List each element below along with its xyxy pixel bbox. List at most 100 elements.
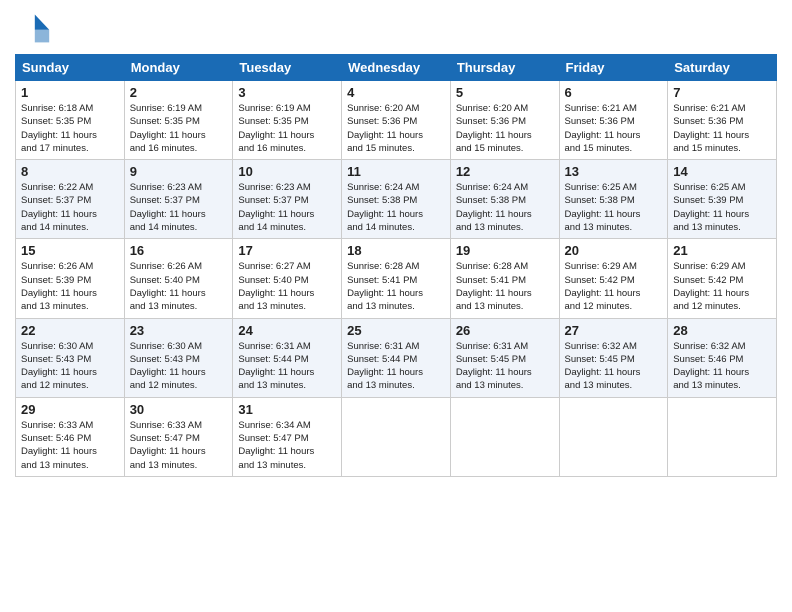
calendar-cell: 11 Sunrise: 6:24 AMSunset: 5:38 PMDayligh… bbox=[342, 160, 451, 239]
day-info: Sunrise: 6:19 AMSunset: 5:35 PMDaylight:… bbox=[130, 102, 228, 155]
calendar-cell: 16 Sunrise: 6:26 AMSunset: 5:40 PMDayligh… bbox=[124, 239, 233, 318]
calendar-cell: 23 Sunrise: 6:30 AMSunset: 5:43 PMDayligh… bbox=[124, 318, 233, 397]
day-number: 1 bbox=[21, 85, 119, 100]
day-number: 24 bbox=[238, 323, 336, 338]
calendar-cell: 4 Sunrise: 6:20 AMSunset: 5:36 PMDaylight… bbox=[342, 81, 451, 160]
calendar-cell: 22 Sunrise: 6:30 AMSunset: 5:43 PMDayligh… bbox=[16, 318, 125, 397]
logo-icon bbox=[15, 10, 51, 46]
day-info: Sunrise: 6:28 AMSunset: 5:41 PMDaylight:… bbox=[347, 260, 445, 313]
day-number: 19 bbox=[456, 243, 554, 258]
day-info: Sunrise: 6:34 AMSunset: 5:47 PMDaylight:… bbox=[238, 419, 336, 472]
day-number: 5 bbox=[456, 85, 554, 100]
day-number: 18 bbox=[347, 243, 445, 258]
day-info: Sunrise: 6:29 AMSunset: 5:42 PMDaylight:… bbox=[565, 260, 663, 313]
day-number: 29 bbox=[21, 402, 119, 417]
day-info: Sunrise: 6:24 AMSunset: 5:38 PMDaylight:… bbox=[347, 181, 445, 234]
calendar-cell: 9 Sunrise: 6:23 AMSunset: 5:37 PMDaylight… bbox=[124, 160, 233, 239]
calendar-cell: 30 Sunrise: 6:33 AMSunset: 5:47 PMDayligh… bbox=[124, 397, 233, 476]
day-info: Sunrise: 6:25 AMSunset: 5:39 PMDaylight:… bbox=[673, 181, 771, 234]
day-number: 22 bbox=[21, 323, 119, 338]
day-info: Sunrise: 6:30 AMSunset: 5:43 PMDaylight:… bbox=[130, 340, 228, 393]
calendar-cell: 3 Sunrise: 6:19 AMSunset: 5:35 PMDaylight… bbox=[233, 81, 342, 160]
day-info: Sunrise: 6:19 AMSunset: 5:35 PMDaylight:… bbox=[238, 102, 336, 155]
day-number: 3 bbox=[238, 85, 336, 100]
weekday-header: Thursday bbox=[450, 55, 559, 81]
calendar-week-row: 8 Sunrise: 6:22 AMSunset: 5:37 PMDaylight… bbox=[16, 160, 777, 239]
calendar-cell: 13 Sunrise: 6:25 AMSunset: 5:38 PMDayligh… bbox=[559, 160, 668, 239]
day-number: 14 bbox=[673, 164, 771, 179]
calendar-cell: 1 Sunrise: 6:18 AMSunset: 5:35 PMDaylight… bbox=[16, 81, 125, 160]
day-info: Sunrise: 6:23 AMSunset: 5:37 PMDaylight:… bbox=[238, 181, 336, 234]
day-info: Sunrise: 6:23 AMSunset: 5:37 PMDaylight:… bbox=[130, 181, 228, 234]
day-info: Sunrise: 6:29 AMSunset: 5:42 PMDaylight:… bbox=[673, 260, 771, 313]
calendar-cell: 29 Sunrise: 6:33 AMSunset: 5:46 PMDayligh… bbox=[16, 397, 125, 476]
calendar-cell: 24 Sunrise: 6:31 AMSunset: 5:44 PMDayligh… bbox=[233, 318, 342, 397]
day-number: 16 bbox=[130, 243, 228, 258]
day-number: 9 bbox=[130, 164, 228, 179]
day-number: 27 bbox=[565, 323, 663, 338]
calendar-cell: 15 Sunrise: 6:26 AMSunset: 5:39 PMDayligh… bbox=[16, 239, 125, 318]
day-info: Sunrise: 6:31 AMSunset: 5:45 PMDaylight:… bbox=[456, 340, 554, 393]
calendar-cell: 2 Sunrise: 6:19 AMSunset: 5:35 PMDaylight… bbox=[124, 81, 233, 160]
day-info: Sunrise: 6:26 AMSunset: 5:39 PMDaylight:… bbox=[21, 260, 119, 313]
day-info: Sunrise: 6:33 AMSunset: 5:46 PMDaylight:… bbox=[21, 419, 119, 472]
day-number: 10 bbox=[238, 164, 336, 179]
day-info: Sunrise: 6:21 AMSunset: 5:36 PMDaylight:… bbox=[565, 102, 663, 155]
day-info: Sunrise: 6:20 AMSunset: 5:36 PMDaylight:… bbox=[347, 102, 445, 155]
calendar-cell: 21 Sunrise: 6:29 AMSunset: 5:42 PMDayligh… bbox=[668, 239, 777, 318]
logo bbox=[15, 10, 55, 46]
day-number: 7 bbox=[673, 85, 771, 100]
day-info: Sunrise: 6:30 AMSunset: 5:43 PMDaylight:… bbox=[21, 340, 119, 393]
calendar-cell: 31Sunrise: 6:34 AMSunset: 5:47 PMDayligh… bbox=[233, 397, 342, 476]
day-info: Sunrise: 6:27 AMSunset: 5:40 PMDaylight:… bbox=[238, 260, 336, 313]
weekday-header: Friday bbox=[559, 55, 668, 81]
calendar-cell: 27 Sunrise: 6:32 AMSunset: 5:45 PMDayligh… bbox=[559, 318, 668, 397]
day-number: 25 bbox=[347, 323, 445, 338]
day-info: Sunrise: 6:33 AMSunset: 5:47 PMDaylight:… bbox=[130, 419, 228, 472]
calendar-cell: 6 Sunrise: 6:21 AMSunset: 5:36 PMDaylight… bbox=[559, 81, 668, 160]
calendar-week-row: 22 Sunrise: 6:30 AMSunset: 5:43 PMDayligh… bbox=[16, 318, 777, 397]
calendar-cell: 12Sunrise: 6:24 AMSunset: 5:38 PMDayligh… bbox=[450, 160, 559, 239]
calendar-cell bbox=[342, 397, 451, 476]
day-number: 12 bbox=[456, 164, 554, 179]
calendar-cell: 7Sunrise: 6:21 AMSunset: 5:36 PMDaylight… bbox=[668, 81, 777, 160]
day-number: 13 bbox=[565, 164, 663, 179]
calendar-cell: 20 Sunrise: 6:29 AMSunset: 5:42 PMDayligh… bbox=[559, 239, 668, 318]
day-number: 23 bbox=[130, 323, 228, 338]
day-number: 26 bbox=[456, 323, 554, 338]
day-info: Sunrise: 6:20 AMSunset: 5:36 PMDaylight:… bbox=[456, 102, 554, 155]
header bbox=[15, 10, 777, 46]
page: SundayMondayTuesdayWednesdayThursdayFrid… bbox=[0, 0, 792, 612]
calendar-cell: 26 Sunrise: 6:31 AMSunset: 5:45 PMDayligh… bbox=[450, 318, 559, 397]
calendar-week-row: 15 Sunrise: 6:26 AMSunset: 5:39 PMDayligh… bbox=[16, 239, 777, 318]
calendar-cell: 19Sunrise: 6:28 AMSunset: 5:41 PMDayligh… bbox=[450, 239, 559, 318]
day-number: 2 bbox=[130, 85, 228, 100]
calendar-cell: 28 Sunrise: 6:32 AMSunset: 5:46 PMDayligh… bbox=[668, 318, 777, 397]
calendar-cell bbox=[450, 397, 559, 476]
weekday-header: Tuesday bbox=[233, 55, 342, 81]
day-number: 30 bbox=[130, 402, 228, 417]
day-number: 28 bbox=[673, 323, 771, 338]
day-info: Sunrise: 6:32 AMSunset: 5:46 PMDaylight:… bbox=[673, 340, 771, 393]
day-info: Sunrise: 6:31 AMSunset: 5:44 PMDaylight:… bbox=[347, 340, 445, 393]
weekday-header: Saturday bbox=[668, 55, 777, 81]
day-number: 15 bbox=[21, 243, 119, 258]
day-number: 20 bbox=[565, 243, 663, 258]
header-row: SundayMondayTuesdayWednesdayThursdayFrid… bbox=[16, 55, 777, 81]
calendar-cell: 18 Sunrise: 6:28 AMSunset: 5:41 PMDayligh… bbox=[342, 239, 451, 318]
day-info: Sunrise: 6:32 AMSunset: 5:45 PMDaylight:… bbox=[565, 340, 663, 393]
day-info: Sunrise: 6:26 AMSunset: 5:40 PMDaylight:… bbox=[130, 260, 228, 313]
weekday-header: Sunday bbox=[16, 55, 125, 81]
day-number: 11 bbox=[347, 164, 445, 179]
calendar-cell bbox=[559, 397, 668, 476]
calendar-cell: 8 Sunrise: 6:22 AMSunset: 5:37 PMDaylight… bbox=[16, 160, 125, 239]
day-number: 4 bbox=[347, 85, 445, 100]
day-number: 8 bbox=[21, 164, 119, 179]
day-info: Sunrise: 6:25 AMSunset: 5:38 PMDaylight:… bbox=[565, 181, 663, 234]
day-info: Sunrise: 6:31 AMSunset: 5:44 PMDaylight:… bbox=[238, 340, 336, 393]
day-info: Sunrise: 6:18 AMSunset: 5:35 PMDaylight:… bbox=[21, 102, 119, 155]
calendar-week-row: 1 Sunrise: 6:18 AMSunset: 5:35 PMDaylight… bbox=[16, 81, 777, 160]
day-info: Sunrise: 6:22 AMSunset: 5:37 PMDaylight:… bbox=[21, 181, 119, 234]
day-number: 21 bbox=[673, 243, 771, 258]
day-number: 6 bbox=[565, 85, 663, 100]
